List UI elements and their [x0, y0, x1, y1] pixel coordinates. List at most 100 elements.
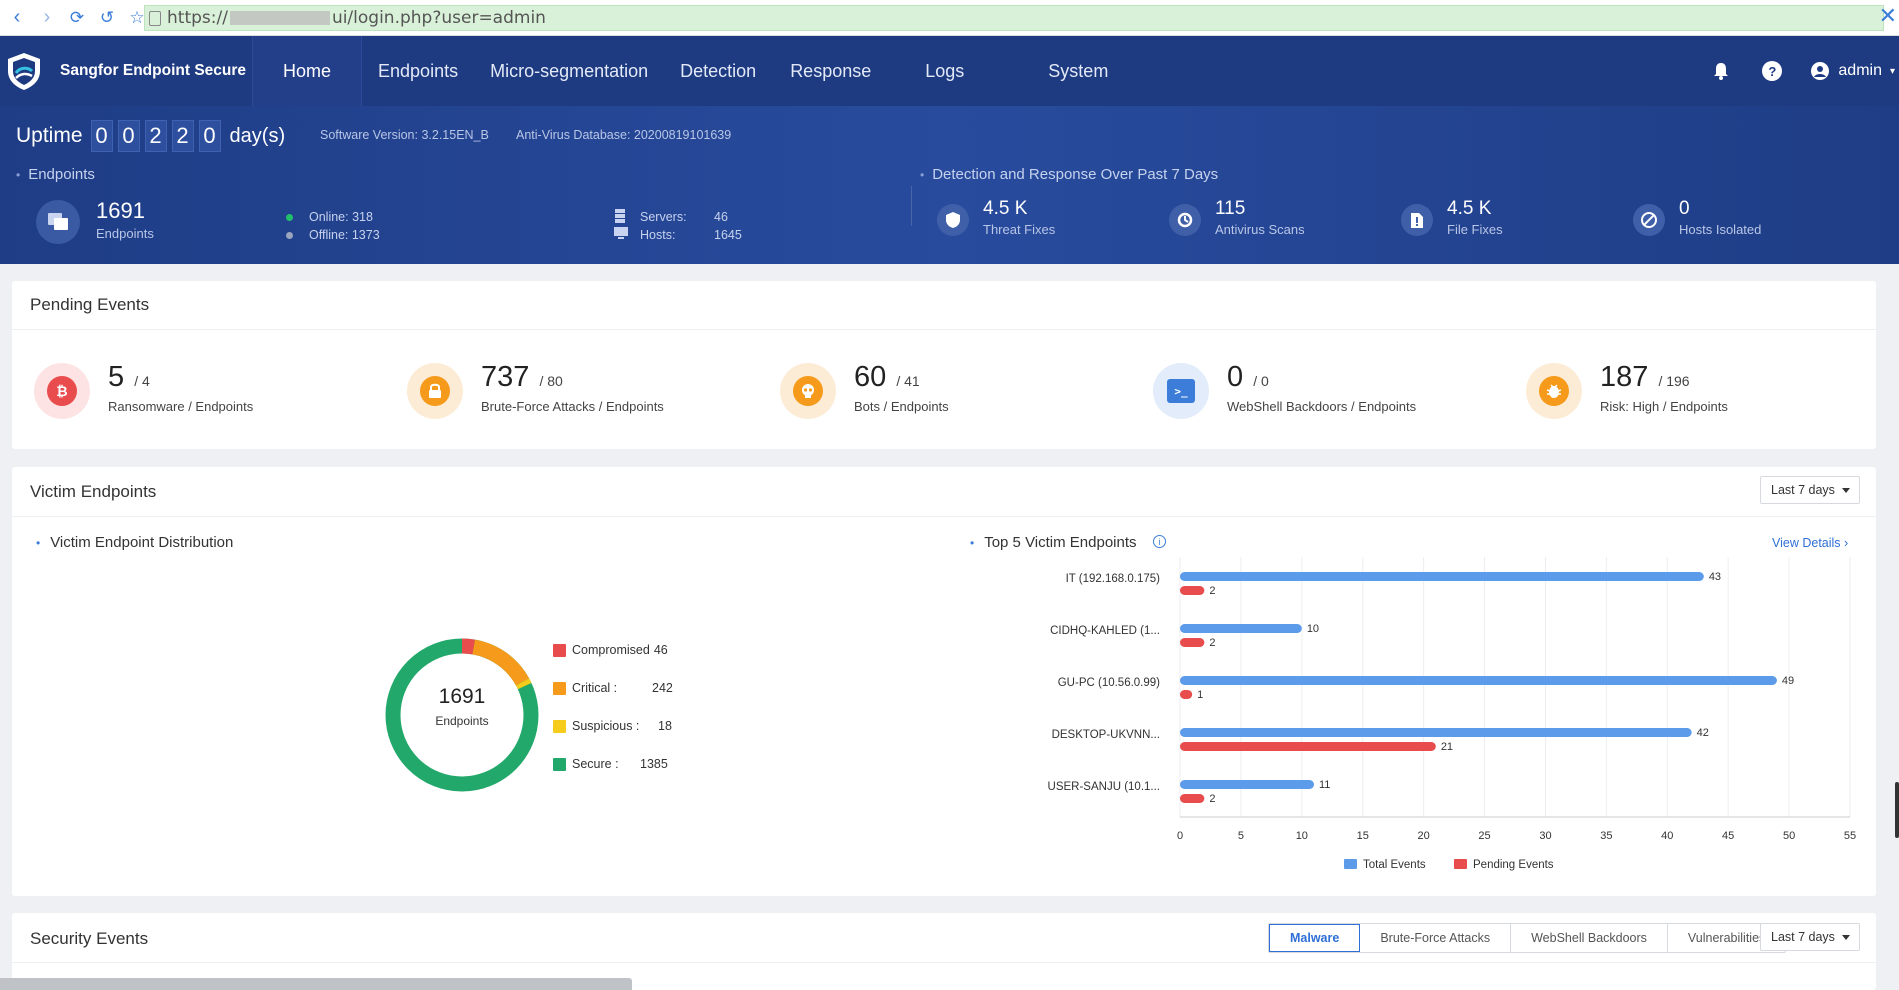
top-victims-bar-chart: 0 5 10 15 20 25 30 35 40 45 50 55 IT (192.168.0.175)… [1048, 557, 1856, 871]
bar-value-label: 49 [1782, 675, 1794, 687]
x-tick-label: 0 [1177, 830, 1183, 842]
status-tooltip-strip [0, 978, 632, 990]
pending-events-bar [1180, 586, 1205, 595]
total-events-bar [1180, 780, 1314, 789]
nav-home[interactable]: Home [252, 36, 363, 106]
x-tick-label: 25 [1478, 830, 1490, 842]
pending-events-bar [1180, 742, 1436, 751]
url-suffix: ui/login.php?user=admin [331, 8, 546, 28]
webshell-value: 0 [1227, 361, 1244, 393]
bots-label: Bots / Endpoints [854, 399, 949, 414]
card-divider [12, 329, 1876, 330]
x-tick-label: 40 [1661, 830, 1673, 842]
uptime-unit: day(s) [229, 124, 286, 147]
card-divider [12, 962, 1876, 963]
category-label: USER-SANJU (10.1... [1048, 781, 1160, 793]
risk-high-count[interactable]: 187 / 196 [1600, 361, 1690, 394]
redacted-host [229, 11, 330, 25]
nav-logs[interactable]: Logs [889, 36, 982, 106]
host-icon [614, 227, 628, 239]
bar-value-label: 11 [1319, 779, 1330, 791]
hosts-label: Hosts: [640, 228, 676, 242]
security-events-title: Security Events [30, 929, 149, 948]
logo[interactable]: Sangfor Endpoint Secure [0, 36, 252, 106]
user-name[interactable]: admin [1838, 62, 1882, 80]
back-icon[interactable]: ‹ [4, 5, 30, 31]
legend-total-events: Total Events [1363, 859, 1426, 871]
nav-micro-segmentation[interactable]: Micro-segmentation [474, 36, 664, 106]
brute-force-badge[interactable] [407, 363, 463, 419]
user-icon[interactable] [1810, 61, 1830, 81]
offline-text: Offline: 1373 [309, 228, 380, 242]
brute-force-value: 737 [481, 361, 530, 393]
pending-events-bar [1180, 690, 1193, 699]
risk-high-value: 187 [1600, 361, 1649, 393]
webshell-total: / 0 [1253, 373, 1269, 389]
help-icon[interactable]: ? [1762, 61, 1783, 81]
bell-icon[interactable] [1712, 61, 1730, 81]
webshell-badge[interactable]: >_ [1153, 363, 1209, 419]
total-events-bar [1180, 676, 1777, 685]
legend-swatch [1454, 859, 1467, 869]
app-title: Sangfor Endpoint Secure [60, 62, 247, 79]
chevron-down-icon[interactable]: ▾ [1890, 66, 1895, 77]
close-icon[interactable]: ✕ [1879, 3, 1897, 29]
terminal-icon: >_ [1167, 379, 1195, 403]
ransomware-badge[interactable]: ₿ [34, 363, 90, 419]
risk-high-badge[interactable] [1526, 363, 1582, 419]
total-events-bar [1180, 572, 1704, 581]
antivirus-scans-label: Antivirus Scans [1215, 222, 1305, 237]
nav-endpoints[interactable]: Endpoints [362, 36, 474, 106]
uptime-digit: 2 [171, 120, 194, 152]
address-bar[interactable]: https:// ui/login.php?user=admin [144, 5, 1884, 31]
webshell-label: WebShell Backdoors / Endpoints [1227, 399, 1417, 414]
hosts-value: 1645 [714, 228, 742, 242]
risk-high-label: Risk: High / Endpoints [1600, 399, 1728, 414]
server-icon [615, 209, 625, 223]
x-tick-label: 55 [1844, 830, 1856, 842]
caret-down-icon [1842, 935, 1850, 940]
bar-value-label: 10 [1307, 623, 1319, 635]
uptime-digit: 0 [198, 120, 221, 152]
bots-total: / 41 [896, 373, 920, 389]
risk-high-total: / 196 [1658, 373, 1690, 389]
av-database: Anti-Virus Database: 20200819101639 [516, 128, 732, 142]
category-label: GU-PC (10.56.0.99) [1058, 677, 1160, 689]
x-tick-label: 15 [1357, 830, 1369, 842]
bots-badge[interactable] [780, 363, 836, 419]
pending-events-title: Pending Events [30, 295, 150, 314]
stats-banner: Uptime 0 0 2 2 0 day(s) Software Version… [0, 106, 1899, 264]
x-tick-label: 35 [1600, 830, 1612, 842]
tab-brute-force[interactable]: Brute-Force Attacks [1360, 924, 1512, 952]
forward-icon[interactable]: › [34, 5, 60, 31]
threat-fixes-label: Threat Fixes [983, 222, 1056, 237]
shield-logo-icon [8, 53, 40, 90]
security-range-select[interactable]: Last 7 days [1760, 923, 1860, 951]
online-text: Online: 318 [309, 210, 373, 224]
nav-detection[interactable]: Detection [664, 36, 774, 106]
ransomware-value: 5 [108, 361, 125, 393]
x-tick-label: 30 [1539, 830, 1551, 842]
banner-divider [911, 186, 912, 226]
brute-force-count[interactable]: 737 / 80 [481, 361, 563, 394]
nav-response[interactable]: Response [774, 36, 889, 106]
bots-count[interactable]: 60 / 41 [854, 361, 920, 394]
webshell-count[interactable]: 0 / 0 [1227, 361, 1269, 394]
ransomware-count[interactable]: 5 / 4 [108, 361, 150, 394]
bar-value-label: 1 [1197, 689, 1203, 701]
scrollbar-handle[interactable] [1895, 782, 1899, 838]
tab-malware[interactable]: Malware [1269, 924, 1361, 952]
top-navigation: Sangfor Endpoint Secure Home Endpoints M… [0, 36, 1899, 106]
bar-value-label: 21 [1441, 741, 1453, 753]
x-tick-label: 5 [1238, 830, 1244, 842]
bar-value-label: 42 [1697, 727, 1709, 739]
pending-events-bar [1180, 638, 1205, 647]
nav-system[interactable]: System [982, 36, 1126, 106]
x-tick-label: 45 [1722, 830, 1734, 842]
reload-icon[interactable]: ⟳ [64, 5, 90, 31]
undo-icon[interactable]: ↺ [94, 5, 120, 31]
tab-webshell[interactable]: WebShell Backdoors [1511, 924, 1668, 952]
bug-icon [1539, 376, 1569, 406]
bar-value-label: 2 [1209, 585, 1215, 597]
file-fixes-value: 4.5 K [1447, 198, 1492, 219]
